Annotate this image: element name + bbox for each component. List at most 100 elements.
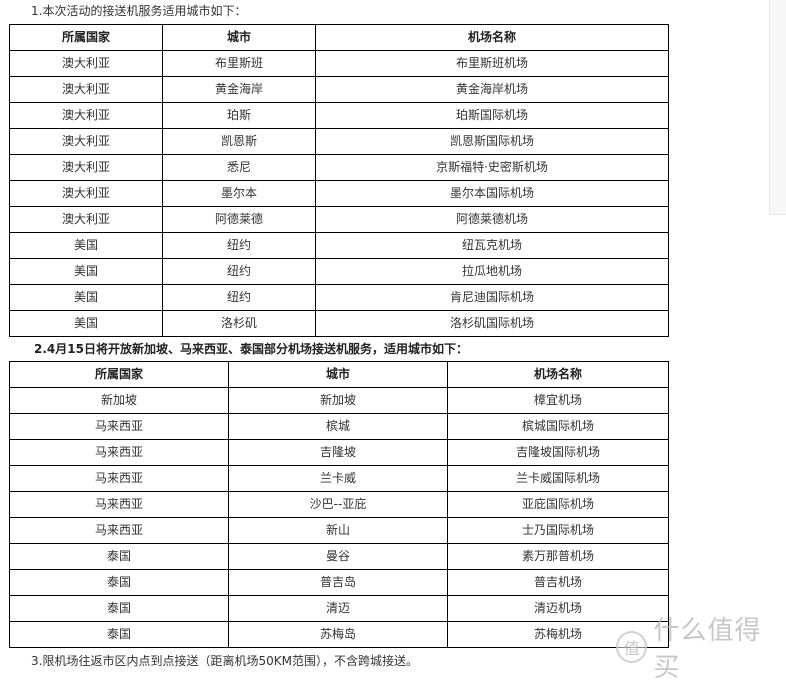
cell-city: 纽约 (162, 284, 316, 311)
table-row: 马来西亚 吉隆坡 吉隆坡国际机场 (9, 439, 669, 466)
cell-city: 曼谷 (228, 543, 448, 570)
cell-airport: 樟宜机场 (447, 387, 669, 414)
cell-country: 泰国 (9, 569, 229, 596)
cell-airport: 凯恩斯国际机场 (315, 128, 669, 155)
cell-airport: 阿德莱德机场 (315, 206, 669, 233)
cell-city: 吉隆坡 (228, 439, 448, 466)
table-body: 澳大利亚 布里斯班 布里斯班机场 澳大利亚 黄金海岸 黄金海岸机场 澳大利亚 珀斯 珀斯国际机场… (9, 50, 669, 337)
header-city: 城市 (162, 24, 316, 51)
cell-city: 沙巴--亚庇 (228, 491, 448, 518)
cell-airport: 黄金海岸机场 (315, 76, 669, 103)
cell-city: 新山 (228, 517, 448, 544)
cell-airport: 洛杉矶国际机场 (315, 310, 669, 337)
cell-airport: 亚庇国际机场 (447, 491, 669, 518)
table-row: 泰国 清迈 清迈机场 (9, 595, 669, 622)
table-row: 澳大利亚 黄金海岸 黄金海岸机场 (9, 76, 669, 103)
cell-airport: 槟城国际机场 (447, 413, 669, 440)
cell-country: 马来西亚 (9, 439, 229, 466)
table-row: 澳大利亚 悉尼 京斯福特·史密斯机场 (9, 154, 669, 181)
cell-airport: 吉隆坡国际机场 (447, 439, 669, 466)
watermark-text: 什么值得买 (653, 616, 762, 683)
table-header-row: 所属国家 城市 机场名称 (9, 361, 669, 388)
cell-country: 新加坡 (9, 387, 229, 414)
cell-airport: 京斯福特·史密斯机场 (315, 154, 669, 181)
section2-title: 2.4月15日将开放新加坡、马来西亚、泰国部分机场接送机服务，适用城市如下： (34, 342, 468, 356)
cell-country: 澳大利亚 (9, 206, 163, 233)
cell-country: 美国 (9, 232, 163, 259)
cell-country: 美国 (9, 310, 163, 337)
cell-airport: 布里斯班机场 (315, 50, 669, 77)
cell-city: 洛杉矶 (162, 310, 316, 337)
cell-country: 澳大利亚 (9, 76, 163, 103)
cell-country: 泰国 (9, 621, 229, 648)
scrollbar[interactable] (769, 0, 786, 215)
table-row: 美国 纽约 肯尼迪国际机场 (9, 284, 669, 311)
cell-country: 马来西亚 (9, 491, 229, 518)
table-row: 澳大利亚 布里斯班 布里斯班机场 (9, 50, 669, 77)
cell-city: 新加坡 (228, 387, 448, 414)
table-row: 泰国 普吉岛 普吉机场 (9, 569, 669, 596)
cell-country: 泰国 (9, 543, 229, 570)
cities-table-sea: 所属国家 城市 机场名称 新加坡 新加坡 樟宜机场 马来西亚 槟城 槟城国际机场 马来西亚吉… (9, 361, 669, 648)
cell-city: 阿德莱德 (162, 206, 316, 233)
cell-city: 珀斯 (162, 102, 316, 129)
header-country: 所属国家 (9, 24, 163, 51)
cell-country: 澳大利亚 (9, 102, 163, 129)
cell-country: 美国 (9, 258, 163, 285)
table-row: 美国 纽约 纽瓦克机场 (9, 232, 669, 259)
table-header-row: 所属国家 城市 机场名称 (9, 24, 669, 51)
table-body: 新加坡 新加坡 樟宜机场 马来西亚 槟城 槟城国际机场 马来西亚 吉隆坡 吉隆坡国际机场 马来西亚… (9, 387, 669, 648)
cell-airport: 清迈机场 (447, 595, 669, 622)
cell-city: 苏梅岛 (228, 621, 448, 648)
cell-airport: 苏梅机场 (447, 621, 669, 648)
cell-country: 马来西亚 (9, 517, 229, 544)
section3-note: 3.限机场往返市区内点到点接送（距离机场50KM范围），不含跨城接送。 (31, 654, 418, 668)
table-row: 马来西亚 兰卡威 兰卡威国际机场 (9, 465, 669, 492)
table-row: 马来西亚 沙巴--亚庇 亚庇国际机场 (9, 491, 669, 518)
cell-city: 纽约 (162, 232, 316, 259)
cell-city: 槟城 (228, 413, 448, 440)
cell-airport: 素万那普机场 (447, 543, 669, 570)
cell-country: 马来西亚 (9, 413, 229, 440)
table-row: 马来西亚 新山 士乃国际机场 (9, 517, 669, 544)
cell-city: 布里斯班 (162, 50, 316, 77)
table-row: 澳大利亚 阿德莱德 阿德莱德机场 (9, 206, 669, 233)
table-row: 美国 纽约 拉瓜地机场 (9, 258, 669, 285)
cell-country: 澳大利亚 (9, 180, 163, 207)
cell-country: 澳大利亚 (9, 128, 163, 155)
cell-airport: 兰卡威国际机场 (447, 465, 669, 492)
cell-country: 美国 (9, 284, 163, 311)
header-city: 城市 (228, 361, 448, 388)
cell-city: 普吉岛 (228, 569, 448, 596)
cell-city: 纽约 (162, 258, 316, 285)
cell-airport: 拉瓜地机场 (315, 258, 669, 285)
cell-airport: 肯尼迪国际机场 (315, 284, 669, 311)
cell-airport: 普吉机场 (447, 569, 669, 596)
table-row: 澳大利亚 凯恩斯 凯恩斯国际机场 (9, 128, 669, 155)
table-row: 澳大利亚 珀斯 珀斯国际机场 (9, 102, 669, 129)
cell-airport: 墨尔本国际机场 (315, 180, 669, 207)
cities-table-australia-usa: 所属国家 城市 机场名称 澳大利亚 布里斯班 布里斯班机场 澳大利亚 黄金海岸 黄金海岸机… (9, 24, 669, 337)
cell-country: 马来西亚 (9, 465, 229, 492)
cell-country: 澳大利亚 (9, 50, 163, 77)
section1-title: 1.本次活动的接送机服务适用城市如下： (31, 4, 247, 18)
cell-city: 清迈 (228, 595, 448, 622)
cell-airport: 珀斯国际机场 (315, 102, 669, 129)
header-country: 所属国家 (9, 361, 229, 388)
table-row: 泰国 曼谷 素万那普机场 (9, 543, 669, 570)
header-airport: 机场名称 (447, 361, 669, 388)
cell-airport: 士乃国际机场 (447, 517, 669, 544)
header-airport: 机场名称 (315, 24, 669, 51)
table-row: 新加坡 新加坡 樟宜机场 (9, 387, 669, 414)
cell-city: 兰卡威 (228, 465, 448, 492)
table-row: 泰国 苏梅岛 苏梅机场 (9, 621, 669, 648)
cell-country: 澳大利亚 (9, 154, 163, 181)
table-row: 马来西亚 槟城 槟城国际机场 (9, 413, 669, 440)
cell-airport: 纽瓦克机场 (315, 232, 669, 259)
table-row: 澳大利亚 墨尔本 墨尔本国际机场 (9, 180, 669, 207)
cell-city: 悉尼 (162, 154, 316, 181)
cell-city: 黄金海岸 (162, 76, 316, 103)
table-row: 美国 洛杉矶 洛杉矶国际机场 (9, 310, 669, 337)
cell-country: 泰国 (9, 595, 229, 622)
cell-city: 墨尔本 (162, 180, 316, 207)
